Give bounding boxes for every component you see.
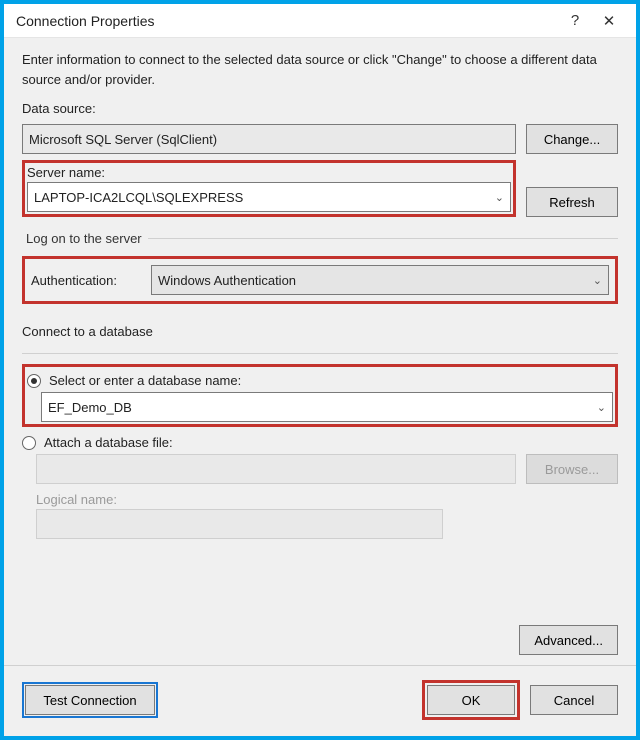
- auth-highlight: Authentication: Windows Authentication ⌄: [22, 256, 618, 304]
- radio-attach-file-label: Attach a database file:: [44, 435, 173, 450]
- logical-name-field: [36, 509, 443, 539]
- help-icon[interactable]: ?: [558, 12, 592, 29]
- close-icon[interactable]: ✕: [592, 12, 626, 30]
- auth-select[interactable]: Windows Authentication ⌄: [151, 265, 609, 295]
- data-source-field: Microsoft SQL Server (SqlClient): [22, 124, 516, 154]
- ok-button[interactable]: OK: [427, 685, 515, 715]
- auth-value: Windows Authentication: [158, 273, 296, 288]
- chevron-down-icon: ⌄: [593, 274, 602, 287]
- db-name-value: EF_Demo_DB: [48, 400, 132, 415]
- browse-button: Browse...: [526, 454, 618, 484]
- logon-group: Log on to the server Authentication: Win…: [22, 231, 618, 304]
- intro-text: Enter information to connect to the sele…: [22, 50, 618, 89]
- attach-file-path: [36, 454, 516, 484]
- radio-select-db-label: Select or enter a database name:: [49, 373, 241, 388]
- test-connection-button[interactable]: Test Connection: [25, 685, 155, 715]
- auth-label: Authentication:: [31, 273, 141, 288]
- ok-highlight: OK: [422, 680, 520, 720]
- radio-select-db[interactable]: Select or enter a database name:: [27, 373, 613, 388]
- chevron-down-icon: ⌄: [597, 401, 606, 414]
- cancel-button[interactable]: Cancel: [530, 685, 618, 715]
- data-source-value: Microsoft SQL Server (SqlClient): [29, 132, 217, 147]
- db-group-label: Connect to a database: [22, 324, 618, 339]
- radio-attach-file[interactable]: Attach a database file:: [22, 435, 618, 450]
- server-name-combo[interactable]: LAPTOP-ICA2LCQL\SQLEXPRESS ⌄: [27, 182, 511, 212]
- db-select-highlight: Select or enter a database name: EF_Demo…: [22, 364, 618, 427]
- radio-icon: [22, 436, 36, 450]
- dialog-body: Enter information to connect to the sele…: [4, 38, 636, 665]
- chevron-down-icon: ⌄: [495, 191, 504, 204]
- dialog-footer: Test Connection OK Cancel: [4, 665, 636, 736]
- server-name-value: LAPTOP-ICA2LCQL\SQLEXPRESS: [34, 190, 243, 205]
- test-connection-highlight: Test Connection: [22, 682, 158, 718]
- logon-legend: Log on to the server: [22, 231, 148, 246]
- titlebar: Connection Properties ? ✕: [4, 4, 636, 38]
- db-name-combo[interactable]: EF_Demo_DB ⌄: [41, 392, 613, 422]
- advanced-button[interactable]: Advanced...: [519, 625, 618, 655]
- dialog-window: Connection Properties ? ✕ Enter informat…: [0, 0, 640, 740]
- radio-icon: [27, 374, 41, 388]
- server-highlight: Server name: LAPTOP-ICA2LCQL\SQLEXPRESS …: [22, 160, 516, 217]
- logical-name-label: Logical name:: [36, 492, 618, 507]
- data-source-label: Data source:: [22, 101, 618, 116]
- refresh-button[interactable]: Refresh: [526, 187, 618, 217]
- change-button[interactable]: Change...: [526, 124, 618, 154]
- window-title: Connection Properties: [16, 13, 558, 29]
- db-group: Select or enter a database name: EF_Demo…: [22, 353, 618, 539]
- server-name-label: Server name:: [27, 165, 511, 180]
